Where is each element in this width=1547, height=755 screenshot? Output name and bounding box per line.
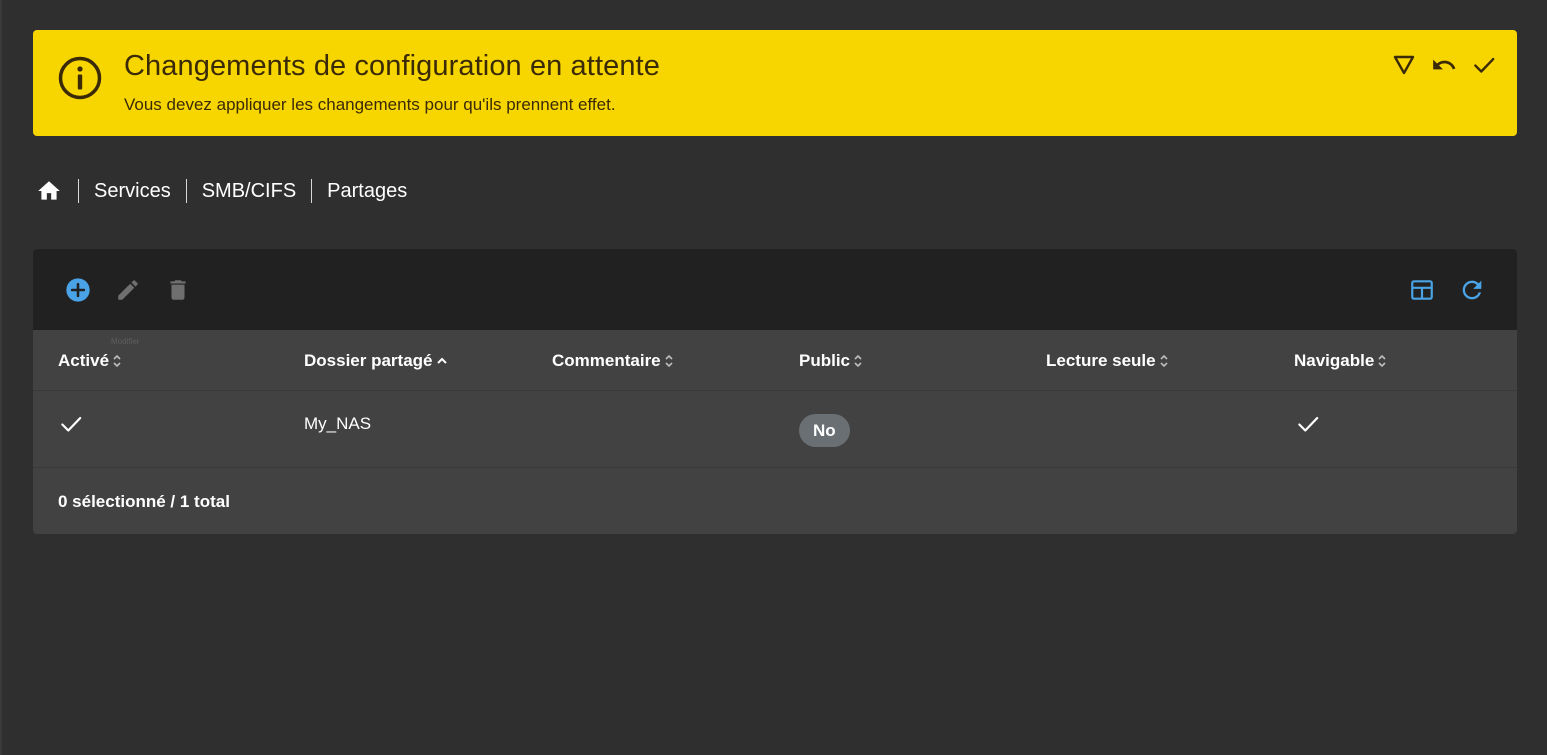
sort-icon [1159,353,1169,369]
column-label: Commentaire [552,350,661,370]
shares-panel: Modifier Activé Dossier partagé Commenta… [33,249,1517,534]
breadcrumb-separator [78,179,79,203]
sort-icon [853,353,863,369]
window-edge [0,0,2,755]
public-chip: No [799,413,850,447]
add-circle-icon[interactable] [63,275,93,305]
sort-ascending-icon [436,353,448,369]
table-view-icon[interactable] [1407,275,1437,305]
breadcrumb-separator [311,179,313,203]
shared-folder-cell: My_NAS [304,414,372,433]
column-header-comment[interactable]: Commentaire [552,330,674,391]
breadcrumb-separator [185,179,187,203]
column-header-browsable[interactable]: Navigable [1294,330,1387,391]
column-header-public[interactable]: Public [799,330,863,391]
breadcrumb-smb-cifs[interactable]: SMB/CIFS [202,180,296,203]
sort-icon [664,353,674,369]
refresh-icon[interactable] [1457,275,1487,305]
column-label: Dossier partagé [304,350,433,370]
banner-message: Vous devez appliquer les changements pou… [124,95,616,114]
column-label: Lecture seule [1046,350,1156,370]
info-icon [57,55,103,101]
enabled-check-icon [58,391,84,457]
home-icon[interactable] [35,177,63,205]
column-label: Public [799,350,851,370]
breadcrumb-services[interactable]: Services [94,180,171,203]
breadcrumb-partages[interactable]: Partages [327,180,407,203]
sort-icon [1377,353,1387,369]
browsable-check-icon [1295,391,1321,457]
pending-changes-banner: Changements de configuration en attente … [33,30,1517,136]
table-row[interactable]: My_NAS No [33,391,1517,468]
undo-icon[interactable] [1431,52,1457,78]
banner-actions [1391,52,1497,78]
column-header-read-only[interactable]: Lecture seule [1046,330,1169,391]
breadcrumb: Services SMB/CIFS Partages [35,176,407,206]
column-header-enabled[interactable]: Activé [58,330,122,391]
public-cell: No [799,397,850,463]
delete-icon[interactable] [163,275,193,305]
check-icon[interactable] [1471,52,1497,78]
banner-title: Changements de configuration en attente [124,50,660,82]
column-label: Activé [58,350,110,370]
edit-icon[interactable] [113,275,143,305]
sort-icon [112,353,122,369]
column-label: Navigable [1294,350,1375,370]
table-toolbar [33,249,1517,330]
selection-summary: 0 sélectionné / 1 total [58,492,230,511]
filter-icon[interactable] [1391,52,1417,78]
column-header-shared-folder[interactable]: Dossier partagé [304,330,448,391]
table-header: Activé Dossier partagé Commentaire Publi… [33,330,1517,391]
